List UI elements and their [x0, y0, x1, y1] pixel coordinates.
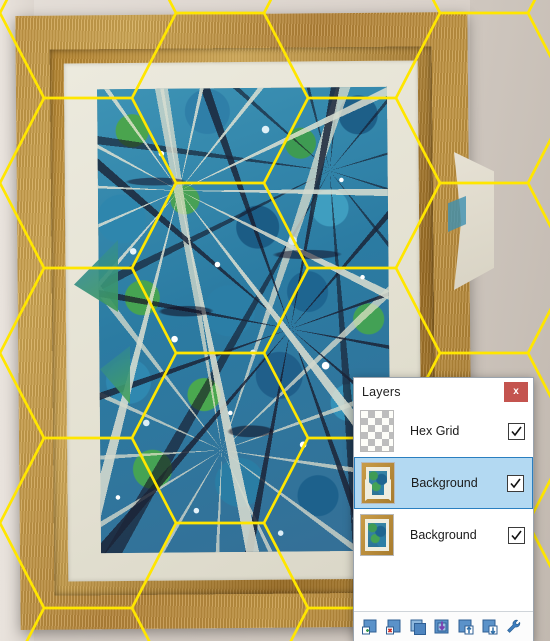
layer-properties-icon[interactable] [504, 617, 524, 637]
thumbnail-artwork [368, 523, 386, 547]
layer-row-background[interactable]: Background [354, 509, 533, 561]
layer-thumbnail-framed-artwork[interactable] [361, 462, 395, 504]
delete-layer-icon[interactable] [384, 617, 404, 637]
layers-toolbar [354, 611, 533, 641]
layer-thumbnail-checkerboard[interactable] [360, 410, 394, 452]
new-layer-icon[interactable] [360, 617, 380, 637]
layer-visibility-checkbox[interactable] [508, 422, 525, 440]
artwork-white-spots [96, 86, 392, 554]
layer-name-label: Background [410, 528, 477, 542]
screenshot-root: Layers x Hex Grid Background Background [0, 0, 550, 641]
layers-panel[interactable]: Layers x Hex Grid Background Background [353, 377, 534, 641]
layer-row-background-selected[interactable]: Background [354, 457, 533, 509]
panel-title-text: Layers [362, 384, 401, 399]
marbled-artwork [96, 86, 392, 554]
layer-visibility-checkbox[interactable] [508, 526, 525, 544]
layer-visibility-checkbox[interactable] [507, 474, 524, 492]
lower-layer-icon[interactable] [480, 617, 500, 637]
duplicate-layer-icon[interactable] [408, 617, 428, 637]
layer-name-label: Background [411, 476, 478, 490]
merge-down-icon[interactable] [432, 617, 452, 637]
layer-list[interactable]: Hex Grid Background Background [354, 405, 533, 611]
close-icon[interactable]: x [504, 381, 528, 402]
layer-name-label: Hex Grid [410, 424, 460, 438]
layer-thumbnail-framed-artwork[interactable] [360, 514, 394, 556]
panel-titlebar: Layers x [354, 378, 533, 405]
layer-row-hex-grid[interactable]: Hex Grid [354, 405, 533, 457]
raise-layer-icon[interactable] [456, 617, 476, 637]
